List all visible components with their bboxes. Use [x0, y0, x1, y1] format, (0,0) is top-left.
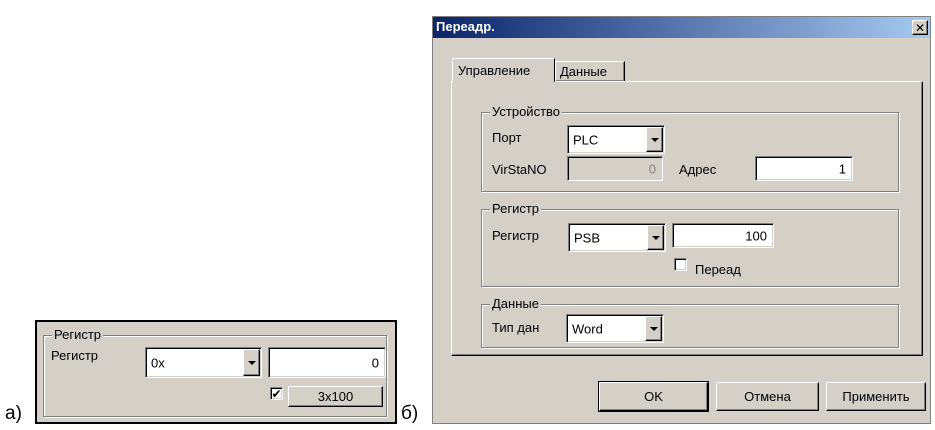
port-combo-value: PLC: [573, 132, 599, 147]
register-combo-a-value: 0x: [151, 355, 165, 370]
dialog-window: Переадр. ✕ Управление Данные Устройство …: [432, 16, 931, 424]
register-group: Регистр Регистр PSB 100 Переад: [481, 201, 899, 287]
register-address-value: 100: [745, 228, 767, 243]
type-label: Тип дан: [492, 320, 540, 335]
panel-a: Регистр Регистр 0x 0 ✔ 3x100: [35, 320, 397, 424]
address-input[interactable]: 1: [755, 156, 853, 181]
device-group: Устройство Порт PLC VirStaNO 0 Адрес 1: [481, 104, 899, 192]
virstano-input-value: 0: [648, 161, 656, 176]
redirect-label: Переад: [695, 262, 741, 277]
tab-upravlenie[interactable]: Управление: [452, 58, 555, 82]
cancel-button-label: Отмена: [744, 389, 791, 404]
register-label-a: Регистр: [51, 348, 99, 363]
data-group: Данные Тип дан Word: [481, 296, 899, 348]
chevron-down-icon[interactable]: [646, 127, 663, 152]
register-group-a: Регистр Регистр 0x 0 ✔ 3x100: [43, 327, 387, 417]
window-title: Переадр.: [436, 19, 495, 34]
tab-dannye-label: Данные: [560, 64, 607, 79]
title-bar: Переадр. ✕: [433, 17, 930, 38]
virstano-input: 0: [567, 156, 663, 181]
type-combo[interactable]: Word: [566, 314, 664, 343]
cancel-button[interactable]: Отмена: [716, 382, 819, 411]
register-group-a-title: Регистр: [52, 327, 104, 343]
figure-label-b: б): [401, 403, 419, 424]
register-group-title: Регистр: [490, 201, 542, 217]
ok-button-label: OK: [644, 389, 663, 404]
address-input-a[interactable]: 0: [268, 347, 386, 378]
virstano-label: VirStaNO: [492, 162, 547, 177]
figure-label-a: а): [5, 403, 22, 424]
address-button-a[interactable]: 3x100: [288, 386, 383, 407]
checkbox-a[interactable]: ✔: [270, 387, 283, 400]
chevron-down-icon[interactable]: [243, 349, 260, 376]
apply-button[interactable]: Применить: [826, 382, 926, 411]
redirect-checkbox[interactable]: [674, 258, 687, 271]
close-icon: ✕: [914, 20, 926, 35]
ok-button[interactable]: OK: [598, 381, 709, 412]
tab-dannye[interactable]: Данные: [555, 61, 625, 81]
apply-button-label: Применить: [842, 389, 910, 404]
address-input-a-value: 0: [371, 355, 379, 370]
address-label: Адрес: [679, 162, 717, 177]
port-label: Порт: [492, 130, 522, 145]
close-button[interactable]: ✕: [912, 20, 928, 35]
register-combo-a[interactable]: 0x: [145, 347, 262, 378]
tab-upravlenie-label: Управление: [458, 63, 531, 78]
check-icon: ✔: [271, 386, 282, 401]
register-address-input[interactable]: 100: [672, 223, 774, 248]
address-input-value: 1: [838, 161, 846, 176]
register-combo[interactable]: PSB: [568, 223, 666, 252]
register-combo-value: PSB: [574, 230, 601, 245]
chevron-down-icon[interactable]: [645, 316, 662, 341]
type-combo-value: Word: [572, 321, 603, 336]
register-label: Регистр: [492, 228, 540, 243]
device-group-title: Устройство: [490, 104, 563, 120]
tab-page: Устройство Порт PLC VirStaNO 0 Адрес 1 Р…: [451, 81, 923, 356]
chevron-down-icon[interactable]: [647, 225, 664, 250]
port-combo[interactable]: PLC: [567, 125, 665, 154]
address-button-a-label: 3x100: [317, 389, 354, 404]
data-group-title: Данные: [490, 296, 541, 312]
